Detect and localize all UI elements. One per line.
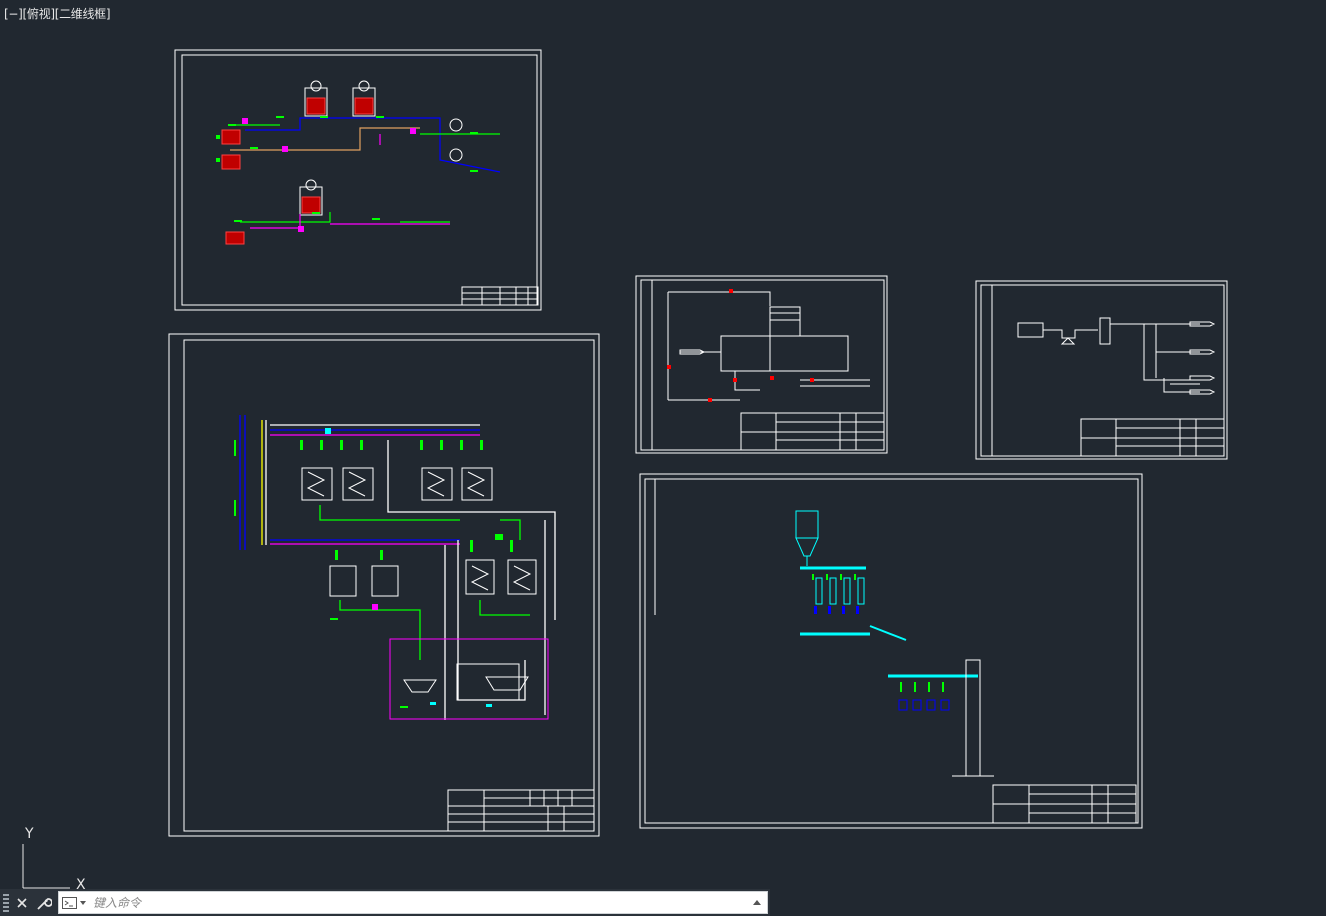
drawing-sheet-3[interactable]	[635, 275, 888, 454]
process-diagram-3	[667, 291, 870, 401]
command-prompt-icon[interactable]	[62, 896, 88, 910]
process-diagram-4	[1017, 317, 1216, 395]
drawing-sheet-5[interactable]	[639, 473, 1143, 829]
title-block-3	[740, 412, 885, 451]
drawing-sheet-2[interactable]	[168, 333, 600, 837]
grip-icon[interactable]	[3, 894, 9, 912]
close-icon[interactable]	[12, 892, 32, 914]
pipelines-1	[230, 117, 501, 229]
history-arrow-icon[interactable]	[751, 896, 763, 910]
command-input[interactable]	[93, 892, 733, 913]
title-block-1	[461, 286, 539, 306]
command-line-bar	[0, 889, 770, 916]
title-block-5	[992, 784, 1137, 824]
process-vessels-1	[221, 80, 463, 245]
equipment-diagram-5	[795, 510, 994, 777]
drawing-sheet-1[interactable]	[174, 49, 542, 311]
drawing-sheet-4[interactable]	[975, 280, 1228, 460]
wrench-icon[interactable]	[34, 892, 54, 914]
instrument-marks-3	[667, 289, 814, 402]
title-block-2	[447, 789, 595, 832]
title-block-4	[1080, 418, 1225, 457]
reactors-2	[301, 467, 549, 720]
command-input-box[interactable]	[58, 891, 768, 914]
drawing-canvas[interactable]	[0, 0, 1326, 888]
